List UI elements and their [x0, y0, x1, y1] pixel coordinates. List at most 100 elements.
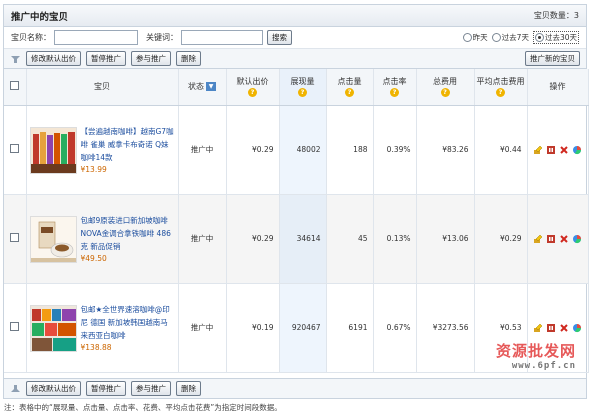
table-header: 宝贝 状态 ▼ 默认出价? 展现量? 点击量? 点击率? 总费用? 平均点击费用?…	[4, 69, 589, 106]
modify-bid-button-bottom[interactable]: 修改默认出价	[26, 381, 81, 396]
col-impressions: 展现量?	[279, 69, 327, 106]
pause-button[interactable]: 暂停推广	[86, 51, 126, 66]
delete-button[interactable]: 删除	[176, 51, 201, 66]
clicks-cell: 45	[326, 194, 374, 284]
col-avg-cpc: 平均点击费用?	[474, 69, 528, 106]
product-name-link[interactable]: 【尝遍越南咖啡】越南G7咖啡 雀巢 威拿卡布奇诺 Q妹咖啡14款	[81, 125, 175, 164]
product-info: 【尝遍越南咖啡】越南G7咖啡 雀巢 威拿卡布奇诺 Q妹咖啡14款 ¥13.99	[27, 125, 178, 174]
bid-cell[interactable]: ¥0.29	[226, 194, 280, 284]
edit-icon[interactable]	[533, 234, 543, 244]
col-ctr: 点击率?	[373, 69, 417, 106]
select-all-cell	[4, 69, 27, 106]
operations-cell	[527, 105, 589, 195]
pause-icon[interactable]	[546, 323, 556, 333]
pause-icon[interactable]	[546, 234, 556, 244]
keyword-label: 关键词：	[146, 33, 178, 42]
panel-titlebar: 推广中的宝贝 宝贝数量：3	[4, 5, 586, 27]
select-all-checkbox[interactable]	[10, 81, 20, 91]
product-thumbnail[interactable]	[29, 216, 77, 263]
delete-icon[interactable]	[559, 323, 569, 333]
radio-selected-icon	[534, 33, 544, 42]
impressions-cell: 48002	[279, 105, 327, 195]
modify-bid-button[interactable]: 修改默认出价	[26, 51, 81, 66]
name-input[interactable]	[54, 30, 138, 45]
sort-down-icon[interactable]: ▼	[206, 82, 216, 92]
row-checkbox[interactable]	[10, 144, 20, 153]
col-cost: 总费用?	[416, 69, 475, 106]
search-bar: 宝贝名称： 关键词： 搜索 昨天 过去7天 过去30天	[4, 27, 586, 49]
search-button[interactable]: 搜索	[267, 30, 292, 45]
radio-icon	[491, 33, 501, 42]
edit-icon[interactable]	[533, 323, 543, 333]
impressions-cell: 34614	[279, 194, 327, 284]
watermark-logo: 资源批发网 www.6pf.cn	[495, 342, 576, 371]
row-select-cell	[4, 105, 27, 195]
col-status[interactable]: 状态 ▼	[178, 69, 227, 106]
help-icon[interactable]: ?	[298, 88, 307, 98]
product-price: ¥138.88	[80, 343, 112, 352]
col-bid: 默认出价?	[226, 69, 280, 106]
clicks-cell: 6191	[326, 283, 374, 373]
name-label: 宝贝名称：	[11, 33, 51, 42]
select-arrow-icon	[10, 53, 21, 64]
clicks-cell: 188	[326, 105, 374, 195]
pause-icon[interactable]	[546, 145, 556, 155]
product-thumbnail[interactable]	[29, 305, 77, 352]
report-icon[interactable]	[572, 145, 582, 155]
product-info: 包邮9原装进口新加坡咖啡 NOVA金调合拿铁咖啡 486克 新品促销 ¥49.5…	[27, 214, 178, 263]
bid-cell[interactable]: ¥0.19	[226, 283, 280, 373]
range-30days[interactable]: 过去30天	[532, 31, 579, 44]
range-yesterday[interactable]: 昨天	[462, 32, 488, 43]
product-name-link[interactable]: 包邮★全世界速溶咖啡@印尼 德国 新加坡韩国越南马来西亚白咖啡	[81, 303, 175, 342]
report-icon[interactable]	[572, 234, 582, 244]
help-icon[interactable]: ?	[345, 88, 354, 98]
delete-button-bottom[interactable]: 删除	[176, 381, 201, 396]
avg-cpc-cell: ¥0.44	[474, 105, 528, 195]
col-item: 宝贝	[26, 69, 179, 106]
report-icon[interactable]	[572, 323, 582, 333]
product-price: ¥49.50	[80, 254, 107, 263]
item-cell: 包邮★全世界速溶咖啡@印尼 德国 新加坡韩国越南马来西亚白咖啡 ¥138.88	[26, 283, 179, 373]
row-select-cell	[4, 194, 27, 284]
cost-cell: ¥83.26	[416, 105, 475, 195]
row-checkbox[interactable]	[10, 322, 20, 331]
page-title: 推广中的宝贝	[11, 11, 69, 23]
product-name-link[interactable]: 包邮9原装进口新加坡咖啡 NOVA金调合拿铁咖啡 486克 新品促销	[81, 214, 175, 253]
radio-icon	[462, 33, 472, 42]
product-thumbnail[interactable]	[29, 127, 77, 174]
status-cell: 推广中	[178, 194, 227, 284]
row-checkbox[interactable]	[10, 233, 20, 242]
table-row: 【尝遍越南咖啡】越南G7咖啡 雀巢 威拿卡布奇诺 Q妹咖啡14款 ¥13.99 …	[4, 105, 589, 195]
help-icon[interactable]: ?	[440, 88, 450, 98]
product-price: ¥13.99	[80, 165, 107, 174]
ctr-cell: 0.39%	[373, 105, 417, 195]
status-cell: 推广中	[178, 283, 227, 373]
promote-new-button[interactable]: 推广新的宝贝	[525, 51, 580, 66]
item-count: 宝贝数量：3	[533, 11, 579, 20]
table-row: 包邮9原装进口新加坡咖啡 NOVA金调合拿铁咖啡 486克 新品促销 ¥49.5…	[4, 194, 589, 284]
join-button[interactable]: 参与推广	[131, 51, 171, 66]
status-cell: 推广中	[178, 105, 227, 195]
pause-button-bottom[interactable]: 暂停推广	[86, 381, 126, 396]
edit-icon[interactable]	[533, 145, 543, 155]
cost-cell: ¥13.06	[416, 194, 475, 284]
help-icon[interactable]: ?	[496, 88, 505, 98]
operations-cell	[527, 194, 589, 284]
delete-icon[interactable]	[559, 145, 569, 155]
keyword-input[interactable]	[181, 30, 263, 45]
product-info: 包邮★全世界速溶咖啡@印尼 德国 新加坡韩国越南马来西亚白咖啡 ¥138.88	[27, 303, 178, 352]
date-range-group: 昨天 过去7天 过去30天	[462, 31, 579, 44]
join-button-bottom[interactable]: 参与推广	[131, 381, 171, 396]
ctr-cell: 0.13%	[373, 194, 417, 284]
help-icon[interactable]: ?	[390, 88, 399, 98]
range-7days[interactable]: 过去7天	[491, 32, 529, 43]
promotion-table: 宝贝 状态 ▼ 默认出价? 展现量? 点击量? 点击率? 总费用? 平均点击费用?…	[4, 69, 589, 373]
footnote: 注：表格中的“展现量、点击量、点击率、花费、平均点击花费”为指定时间段数据。	[4, 403, 282, 412]
impressions-cell: 920467	[279, 283, 327, 373]
item-cell: 包邮9原装进口新加坡咖啡 NOVA金调合拿铁咖啡 486克 新品促销 ¥49.5…	[26, 194, 179, 284]
row-select-cell	[4, 283, 27, 373]
item-cell: 【尝遍越南咖啡】越南G7咖啡 雀巢 威拿卡布奇诺 Q妹咖啡14款 ¥13.99	[26, 105, 179, 195]
delete-icon[interactable]	[559, 234, 569, 244]
bid-cell[interactable]: ¥0.29	[226, 105, 280, 195]
help-icon[interactable]: ?	[248, 88, 257, 98]
